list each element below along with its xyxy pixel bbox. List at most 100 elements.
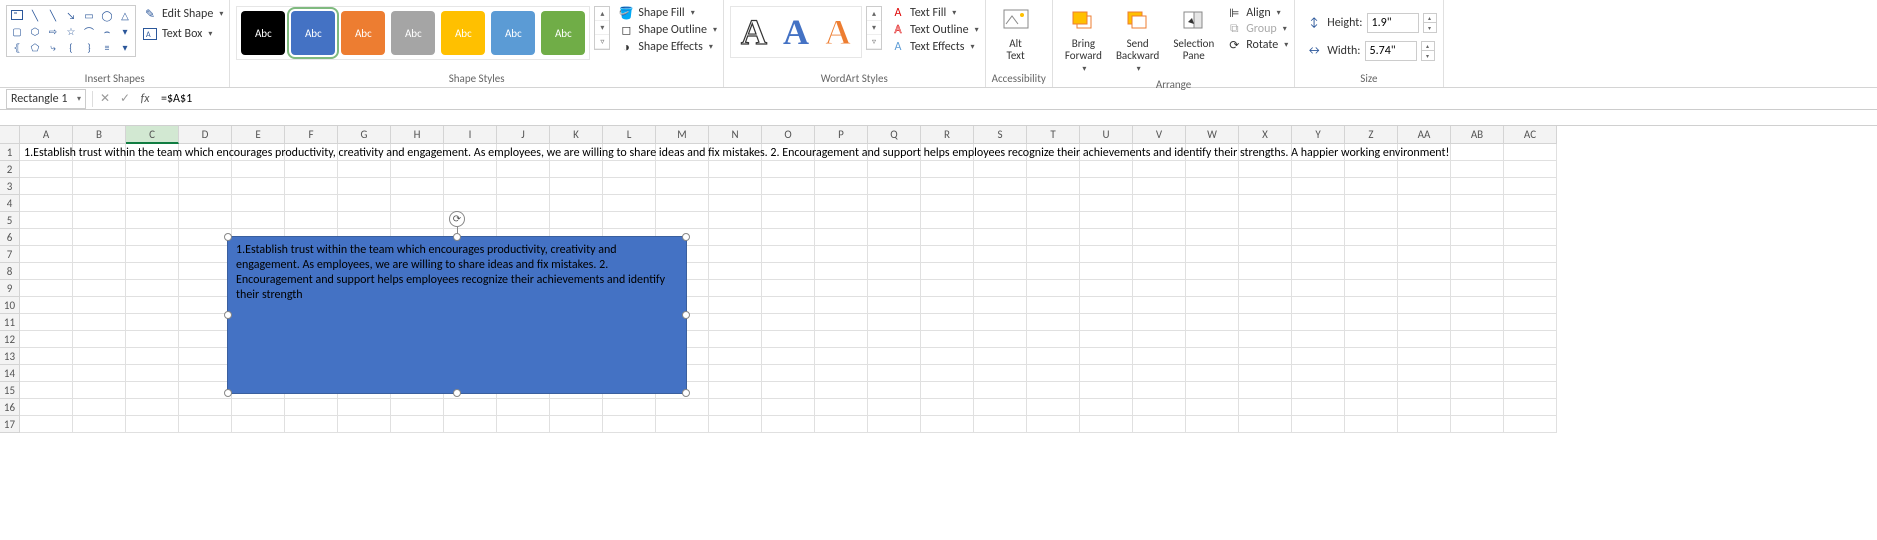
cell[interactable] [1080,416,1133,433]
cell[interactable] [868,348,921,365]
cell[interactable] [709,331,762,348]
cell[interactable] [1027,263,1080,280]
cell[interactable] [921,331,974,348]
cell[interactable] [20,416,73,433]
bring-forward-button[interactable]: Bring Forward▾ [1059,2,1108,76]
row-header-3[interactable]: 3 [0,178,20,195]
shape-star-icon[interactable]: ☆ [63,24,79,38]
cell[interactable] [1504,382,1557,399]
col-header-U[interactable]: U [1080,126,1133,144]
cell[interactable] [20,229,73,246]
cell[interactable] [656,399,709,416]
cell[interactable] [868,297,921,314]
cell[interactable] [179,161,232,178]
cell[interactable] [1027,280,1080,297]
shape-rect-icon[interactable]: ▭ [81,8,97,22]
cell[interactable] [550,416,603,433]
cell[interactable] [1186,229,1239,246]
cell[interactable] [656,212,709,229]
cell[interactable] [1186,365,1239,382]
cell[interactable] [73,365,126,382]
cell[interactable] [1292,229,1345,246]
cell[interactable] [20,212,73,229]
text-box-button[interactable]: A Text Box ▾ [142,26,223,42]
gallery-more-icon[interactable]: ▿ [595,35,609,49]
cell[interactable] [1133,161,1186,178]
col-header-T[interactable]: T [1027,126,1080,144]
shape-connector-icon[interactable]: ↘ [63,8,79,22]
cell[interactable] [815,382,868,399]
cell[interactable] [1027,365,1080,382]
cell[interactable] [709,348,762,365]
cell[interactable] [73,246,126,263]
cell[interactable] [1345,399,1398,416]
cell[interactable] [444,416,497,433]
cell[interactable] [1398,212,1451,229]
cell[interactable] [1080,348,1133,365]
row-header-13[interactable]: 13 [0,348,20,365]
cell[interactable] [20,297,73,314]
col-header-P[interactable]: P [815,126,868,144]
cell[interactable] [1080,212,1133,229]
col-header-C[interactable]: C [126,126,179,144]
cell[interactable] [974,280,1027,297]
col-header-AB[interactable]: AB [1451,126,1504,144]
cell[interactable] [1133,297,1186,314]
cell[interactable] [179,195,232,212]
cell[interactable] [391,212,444,229]
cell[interactable] [921,314,974,331]
cell[interactable] [1027,178,1080,195]
cell[interactable] [1451,314,1504,331]
cell[interactable] [974,263,1027,280]
cell[interactable] [709,399,762,416]
spin-up-icon[interactable]: ▴ [1424,14,1436,23]
cell[interactable] [1186,263,1239,280]
gallery-up-icon[interactable]: ▴ [595,7,609,21]
cell[interactable] [603,399,656,416]
cell[interactable] [974,212,1027,229]
cell[interactable] [921,195,974,212]
cell[interactable] [1133,331,1186,348]
cell[interactable] [709,382,762,399]
cell[interactable] [179,348,232,365]
cell[interactable] [1504,331,1557,348]
cell[interactable] [338,212,391,229]
cell[interactable] [762,382,815,399]
height-spinner[interactable]: ▴▾ [1423,13,1437,33]
cell[interactable] [126,314,179,331]
formula-input[interactable] [155,89,1877,109]
cell[interactable] [1451,178,1504,195]
cell[interactable] [1345,229,1398,246]
cell[interactable] [73,382,126,399]
row-header-5[interactable]: 5 [0,212,20,229]
handle-ne[interactable] [682,233,690,241]
cell[interactable] [1292,416,1345,433]
cell[interactable] [497,212,550,229]
cell[interactable] [1239,195,1292,212]
row-header-2[interactable]: 2 [0,161,20,178]
shape-cloud-icon[interactable]: ⌢ [99,24,115,38]
cell[interactable] [1239,280,1292,297]
cell[interactable] [815,399,868,416]
cell[interactable] [391,195,444,212]
cell[interactable] [20,348,73,365]
cell[interactable] [550,161,603,178]
cell[interactable] [1186,416,1239,433]
cell[interactable] [1239,263,1292,280]
col-header-D[interactable]: D [179,126,232,144]
cell[interactable] [1080,331,1133,348]
row-header-9[interactable]: 9 [0,280,20,297]
cell[interactable] [815,348,868,365]
col-header-R[interactable]: R [921,126,974,144]
cell[interactable] [1451,161,1504,178]
col-header-AA[interactable]: AA [1398,126,1451,144]
cell[interactable] [868,178,921,195]
text-effects-button[interactable]: A Text Effects ▾ [890,40,979,54]
cell[interactable] [709,212,762,229]
col-header-Y[interactable]: Y [1292,126,1345,144]
cell[interactable] [1133,416,1186,433]
cell[interactable] [815,161,868,178]
cell[interactable] [1027,348,1080,365]
cell[interactable] [974,195,1027,212]
shape-gallery[interactable]: ╲ ╲ ↘ ▭ ◯ △ ▢ ⬡ ⇨ ☆ ⌒ ⌢ ▾ ⦃ [6,5,136,57]
